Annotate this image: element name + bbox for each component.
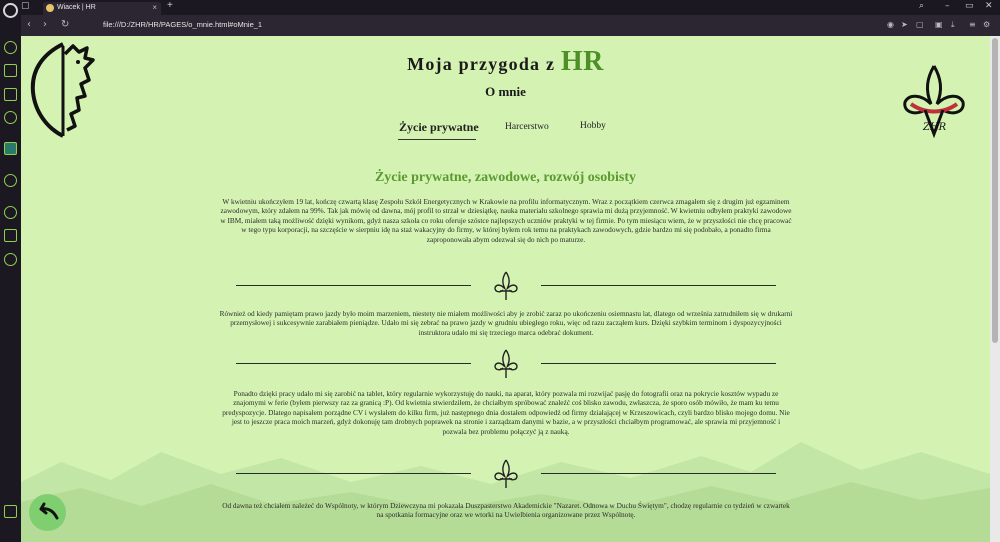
player-icon[interactable] — [4, 174, 17, 187]
tab-title: Wiacek | HR — [57, 4, 96, 11]
history-icon[interactable] — [4, 206, 17, 219]
scrollbar-thumb[interactable] — [992, 38, 998, 343]
reload-icon[interactable]: ↻ — [61, 19, 69, 30]
address-bar-row: ‹ › ↻ file:///D:/ZHR/HR/PAGES/o_mnie.htm… — [21, 15, 1000, 36]
wallet-icon[interactable]: ▢ — [916, 20, 924, 29]
title-accent: HR — [560, 46, 604, 77]
box-icon[interactable]: ▣ — [935, 20, 943, 29]
chat-icon[interactable] — [4, 142, 17, 155]
close-window-icon[interactable]: ✕ — [985, 1, 993, 11]
favicon-icon — [46, 4, 54, 12]
divider — [236, 271, 776, 301]
url-field[interactable]: file:///D:/ZHR/HR/PAGES/o_mnie.html#oMni… — [103, 20, 262, 29]
forward-nav-icon[interactable]: › — [43, 19, 47, 30]
web-page: ZHR Moja przygoda z HR O mnie Życie pryw… — [21, 36, 990, 542]
extensions-icon[interactable] — [4, 229, 17, 242]
divider — [236, 459, 776, 489]
active-tab-underline — [398, 139, 476, 140]
paragraph-4: Od dawna też chciałem należeć do Wspólno… — [222, 501, 790, 520]
tab-harcerstwo[interactable]: Harcerstwo — [505, 122, 549, 132]
fleur-de-lis-icon — [494, 271, 518, 300]
paragraph-2: Również od kiedy pamiętam prawo jazdy by… — [219, 309, 793, 337]
paragraph-3: Ponadto dzięki pracy udało mi się zarobi… — [222, 389, 790, 436]
browser-sidebar — [0, 0, 21, 542]
twitch-icon[interactable] — [4, 88, 17, 101]
menu-icon[interactable]: ≡ — [969, 20, 976, 29]
scrollbar[interactable] — [990, 36, 1000, 542]
page-subtitle: O mnie — [485, 84, 526, 99]
gear-icon[interactable] — [4, 253, 17, 266]
search-icon[interactable]: ⌕ — [919, 1, 924, 11]
browser-tab[interactable]: Wiacek | HR × — [43, 2, 161, 15]
fleur-de-lis-icon — [494, 349, 518, 378]
send-icon[interactable]: ➤ — [901, 20, 908, 29]
paragraph-1: W kwietniu ukończyłem 19 lat, kończę czw… — [220, 197, 792, 244]
back-arrow-icon — [39, 502, 59, 520]
speed-dial-icon[interactable] — [4, 41, 17, 54]
title-prefix: Moja przygoda z — [407, 54, 556, 74]
minimize-icon[interactable]: – — [945, 1, 950, 11]
tab-zycie-prywatne[interactable]: Życie prywatne — [399, 120, 479, 135]
shopping-icon[interactable] — [4, 64, 17, 77]
page-title: Moja przygoda z HR — [21, 46, 990, 78]
maximize-icon[interactable]: ▭ — [965, 1, 974, 11]
easy-setup-icon[interactable]: ⚙ — [983, 20, 990, 29]
camera-icon[interactable]: ◉ — [887, 20, 894, 29]
new-tab-button[interactable]: + — [167, 0, 173, 11]
back-button[interactable] — [29, 494, 66, 531]
workspace-icon[interactable]: ▢ — [21, 1, 30, 11]
settings-icon[interactable] — [4, 111, 17, 124]
svg-text:ZHR: ZHR — [922, 122, 947, 133]
tab-strip: ▢ Wiacek | HR × + ⌕ – ▭ ✕ — [21, 0, 1000, 15]
divider — [236, 349, 776, 379]
close-tab-icon[interactable]: × — [152, 3, 157, 12]
download-icon[interactable]: ⤓ — [951, 20, 955, 30]
section-title: Życie prywatne, zawodowe, rozwój osobist… — [374, 170, 637, 185]
back-nav-icon[interactable]: ‹ — [27, 19, 31, 30]
gallery-icon[interactable] — [4, 505, 17, 518]
tab-hobby[interactable]: Hobby — [580, 121, 606, 131]
fleur-de-lis-icon — [494, 459, 518, 488]
opera-logo-icon[interactable] — [3, 3, 18, 18]
